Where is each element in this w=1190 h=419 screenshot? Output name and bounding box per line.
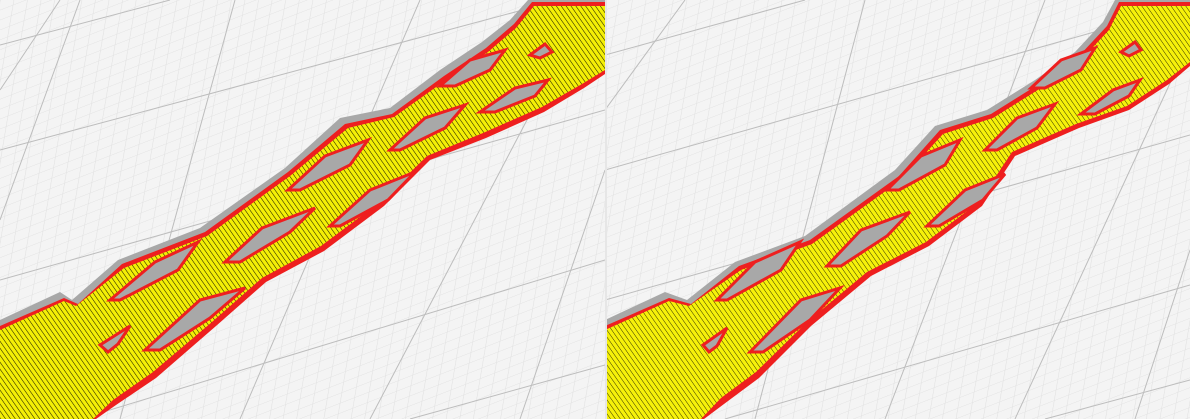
viewport-right[interactable] <box>605 0 1190 419</box>
layer-preview-left[interactable] <box>0 0 605 419</box>
dual-viewport <box>0 0 1190 419</box>
viewport-divider <box>605 0 607 419</box>
layer-preview-right[interactable] <box>605 0 1190 419</box>
viewport-left[interactable] <box>0 0 605 419</box>
